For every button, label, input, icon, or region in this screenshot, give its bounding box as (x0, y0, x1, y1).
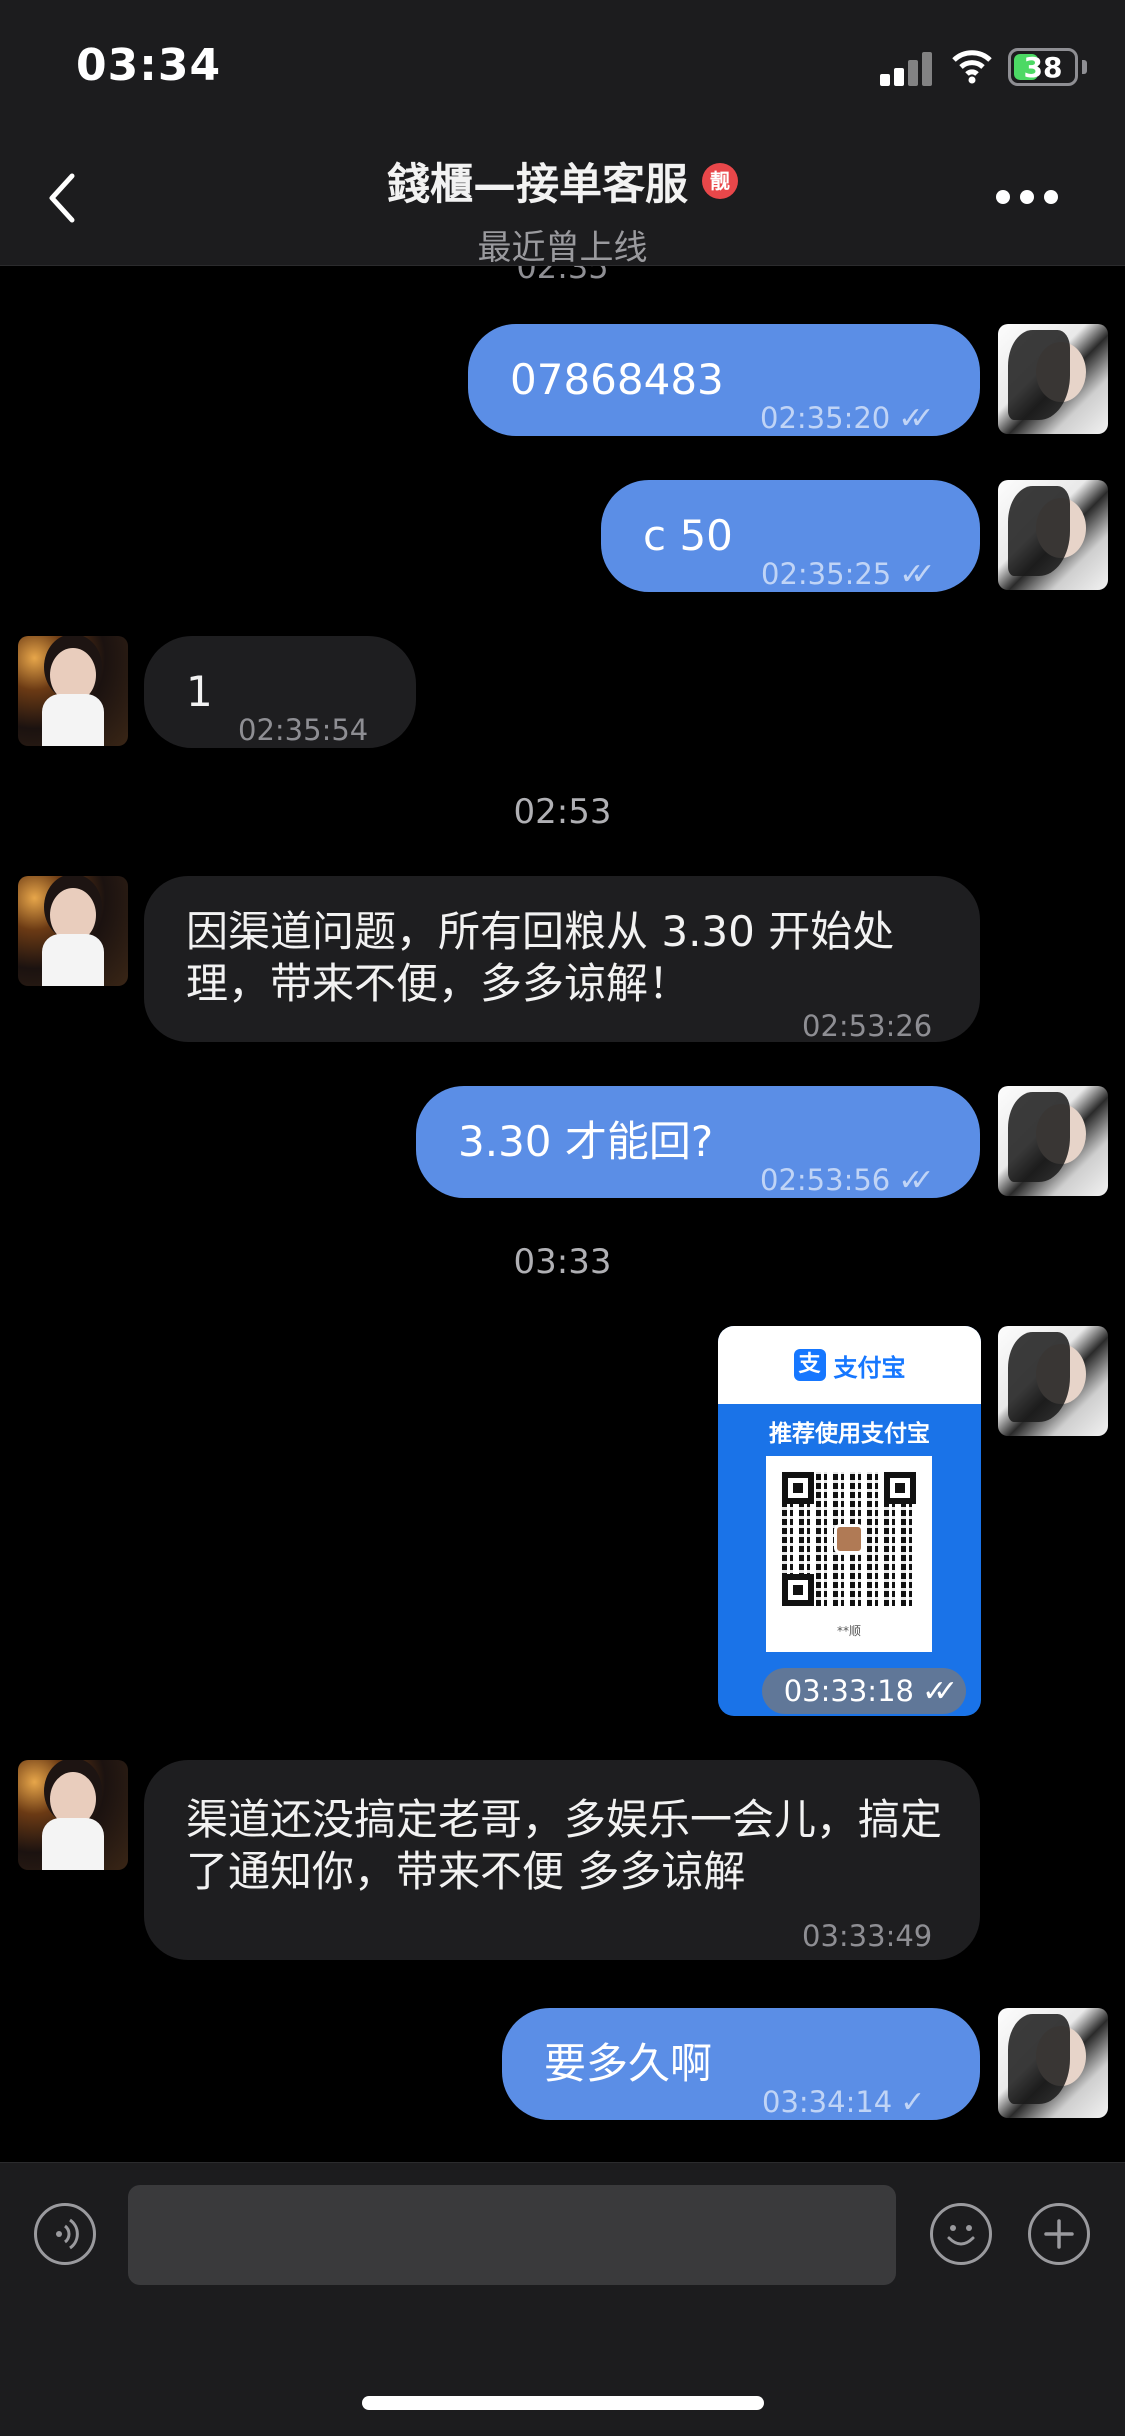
my-avatar[interactable] (998, 1086, 1108, 1196)
timestamp-divider: 02:53 (513, 792, 612, 832)
battery-level: 38 (1023, 51, 1063, 84)
message-time: 02:35:54 (238, 713, 369, 747)
contact-avatar[interactable] (18, 1760, 128, 1870)
message-bubble-outgoing[interactable]: 要多久啊 03:34:14 ✓ (502, 2008, 980, 2120)
alipay-brand-name: 支付宝 (833, 1353, 906, 1382)
message-time: 03:34:14 ✓ (762, 2076, 926, 2129)
home-indicator[interactable] (362, 2396, 764, 2410)
message-time: 03:33:49 (802, 1919, 933, 1953)
wifi-icon (952, 50, 992, 84)
message-text: c 50 (643, 511, 733, 560)
read-receipt-icon: ✓✓ (899, 557, 935, 592)
emoji-icon[interactable] (930, 2203, 992, 2265)
top-bar: 03:34 38 錢櫃—接单客服 靓 最近曾上线 (0, 0, 1125, 269)
timestamp-divider: 03:33 (513, 1242, 612, 1282)
message-time: 02:35:20 ✓✓ (760, 392, 935, 445)
message-text: 因渠道问题，所有回粮从 3.30 开始处理，带来不便，多多谅解！ (186, 907, 895, 1008)
chat-title-text: 錢櫃—接单客服 (387, 160, 688, 210)
message-time: 02:53:56 ✓✓ (760, 1154, 935, 1207)
message-input[interactable] (128, 2185, 896, 2285)
message-time: 02:35:25 ✓✓ (761, 548, 936, 601)
qr-code-icon (782, 1472, 916, 1606)
chat-list[interactable]: 02:35 07868483 02:35:20 ✓✓ c 50 02:35:25 ✓… (0, 266, 1125, 2162)
voice-input-icon[interactable] (34, 2203, 96, 2265)
chat-title[interactable]: 錢櫃—接单客服 靓 (387, 150, 738, 212)
qr-recommend-text: 推荐使用支付宝 (769, 1421, 930, 1447)
chat-header: 錢櫃—接单客服 靓 最近曾上线 (0, 150, 1125, 269)
message-text: 1 (186, 667, 213, 716)
battery-cap (1082, 60, 1087, 74)
qr-caption: **顺 (836, 1624, 861, 1638)
online-status: 最近曾上线 (477, 228, 648, 268)
read-receipt-icon: ✓✓ (921, 1674, 958, 1709)
message-bubble-incoming[interactable]: 1 02:35:54 (144, 636, 416, 748)
message-bubble-outgoing[interactable]: c 50 02:35:25 ✓✓ (601, 480, 980, 592)
alipay-logo-icon: 支 (793, 1349, 826, 1381)
alipay-qr-image-message[interactable]: 支 支付宝 推荐使用支付宝 **顺 03:33:18 ✓✓ (718, 1326, 981, 1716)
message-bubble-incoming[interactable]: 因渠道问题，所有回粮从 3.30 开始处理，带来不便，多多谅解！ 02:53:2… (144, 876, 980, 1043)
contact-avatar[interactable] (18, 876, 128, 986)
cellular-signal-icon (880, 50, 934, 86)
read-receipt-icon: ✓✓ (898, 401, 934, 436)
more-options-icon[interactable] (996, 190, 1058, 204)
message-text: 要多久啊 (544, 2039, 713, 2088)
my-avatar[interactable] (998, 324, 1108, 434)
message-bubble-outgoing[interactable]: 3.30 才能回? 02:53:56 ✓✓ (416, 1086, 980, 1198)
message-bubble-incoming[interactable]: 渠道还没搞定老哥，多娱乐一会儿，搞定了通知你，带来不便 多多谅解 03:33:4… (144, 1760, 980, 1960)
message-bubble-outgoing[interactable]: 07868483 02:35:20 ✓✓ (468, 324, 980, 436)
vip-badge-icon: 靓 (702, 163, 738, 199)
status-time: 03:34 (76, 40, 222, 91)
input-bar (0, 2162, 1125, 2436)
message-time: 02:53:26 (802, 1009, 933, 1043)
alipay-header: 支 支付宝 (718, 1326, 981, 1404)
message-text: 07868483 (510, 355, 724, 404)
sent-receipt-icon: ✓ (900, 2085, 925, 2120)
qr-code-panel: **顺 (766, 1456, 932, 1652)
my-avatar[interactable] (998, 480, 1108, 590)
read-receipt-icon: ✓✓ (898, 1163, 934, 1198)
add-attachment-icon[interactable] (1028, 2203, 1090, 2265)
my-avatar[interactable] (998, 1326, 1108, 1436)
message-text: 3.30 才能回? (458, 1117, 714, 1166)
my-avatar[interactable] (998, 2008, 1108, 2118)
battery-icon: 38 (1008, 48, 1078, 86)
contact-avatar[interactable] (18, 636, 128, 746)
message-text: 渠道还没搞定老哥，多娱乐一会儿，搞定了通知你，带来不便 多多谅解 (186, 1795, 943, 1896)
message-time: 03:33:18 ✓✓ (762, 1668, 966, 1714)
timestamp-divider: 02:35 (516, 266, 609, 286)
